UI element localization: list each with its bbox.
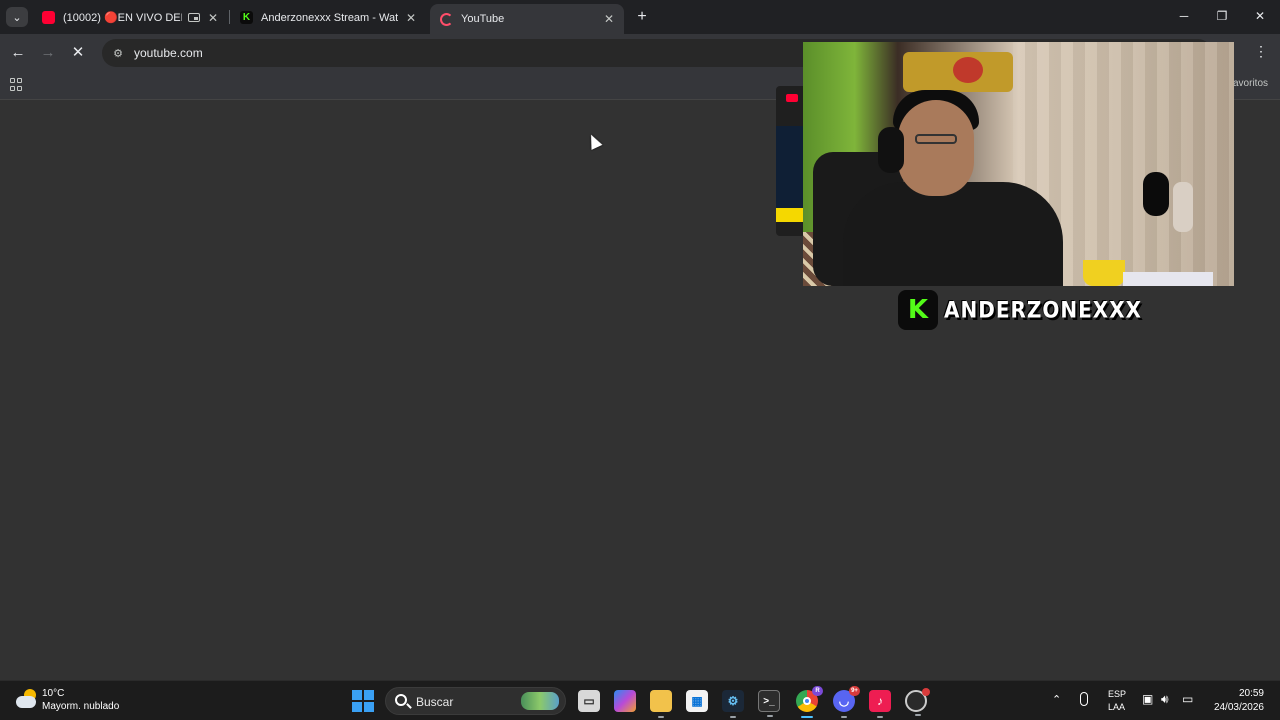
- close-icon[interactable]: ✕: [406, 11, 416, 25]
- headset-icon: [878, 127, 904, 173]
- webcam-figurine: [1173, 182, 1193, 232]
- volume-icon[interactable]: 🔊︎: [1161, 692, 1169, 707]
- network-icon[interactable]: ▣: [1142, 692, 1153, 706]
- tab-search-button[interactable]: ⌄: [6, 7, 28, 27]
- webcam-plush-toy: [953, 57, 983, 83]
- battery-icon[interactable]: ▭: [1182, 692, 1193, 706]
- discord-badge: 9+: [849, 686, 860, 696]
- bookmarks-folder-label[interactable]: avoritos: [1233, 78, 1268, 89]
- forward-button[interactable]: →: [38, 43, 58, 63]
- tab-title: (10002) 🔴EN VIVO DEBATE: [63, 12, 182, 24]
- youtube-icon: [786, 94, 798, 102]
- streamer-name: ANDERZONEXXX: [944, 296, 1143, 324]
- loading-icon: [440, 12, 453, 26]
- search-icon: [395, 694, 407, 706]
- tiktok-icon[interactable]: ♪: [869, 690, 891, 718]
- youtube-icon: [42, 11, 55, 24]
- task-view-icon[interactable]: ▭: [578, 690, 600, 712]
- terminal-icon[interactable]: >_: [758, 690, 780, 717]
- start-button[interactable]: [352, 690, 374, 712]
- picture-in-picture-icon: [187, 13, 200, 22]
- clock-time[interactable]: 20:59: [1239, 688, 1264, 699]
- chevron-down-icon: ⌄: [12, 11, 22, 24]
- apps-grid-icon[interactable]: [10, 78, 23, 91]
- stop-loading-button[interactable]: ✕: [68, 43, 88, 63]
- chrome-profile-badge: R: [812, 686, 823, 696]
- kick-icon: K: [240, 11, 253, 24]
- steam-icon[interactable]: ⚙: [722, 690, 744, 718]
- webcam-person-head: [898, 100, 974, 196]
- tab-title: YouTube: [461, 13, 505, 25]
- search-label: Buscar: [416, 695, 454, 709]
- taskbar: 10°C Mayorm. nublado Buscar ▭ ▦ ⚙ >_ R ◡…: [0, 680, 1280, 720]
- discord-icon[interactable]: ◡ 9+: [833, 686, 860, 718]
- keyboard-layout-indicator[interactable]: LAA: [1108, 702, 1125, 712]
- minimize-button[interactable]: ─: [1172, 6, 1196, 26]
- webcam-person-body: [843, 182, 1063, 286]
- tab-youtube-debate[interactable]: (10002) 🔴EN VIVO DEBATE ✕: [32, 5, 228, 30]
- close-icon[interactable]: ✕: [604, 12, 614, 26]
- address-text: youtube.com: [134, 46, 203, 60]
- screen: ⌄ (10002) 🔴EN VIVO DEBATE ✕ K Anderzonex…: [0, 0, 1280, 720]
- tab-youtube[interactable]: YouTube ✕: [430, 4, 624, 34]
- site-settings-icon[interactable]: ⚙: [110, 47, 126, 60]
- clock-date[interactable]: 24/03/2026: [1214, 702, 1264, 713]
- webcam-glasses: [915, 134, 957, 144]
- taskbar-search[interactable]: Buscar: [385, 687, 566, 715]
- webcam-overlay: [803, 42, 1234, 286]
- close-icon[interactable]: ✕: [208, 11, 218, 25]
- weather-description[interactable]: Mayorm. nublado: [42, 701, 119, 712]
- kick-logo-icon: K: [898, 290, 938, 330]
- browser-menu-icon[interactable]: ⋮: [1254, 43, 1268, 60]
- file-explorer-icon[interactable]: [650, 690, 672, 718]
- streamer-nametag: K ANDERZONEXXX: [898, 290, 1142, 330]
- tab-kick-stream[interactable]: K Anderzonexxx Stream - Watch Live ✕: [230, 5, 426, 30]
- microsoft-store-icon[interactable]: ▦: [686, 690, 708, 712]
- copilot-icon[interactable]: [614, 690, 636, 712]
- maximize-button[interactable]: ❐: [1210, 6, 1234, 26]
- chrome-icon[interactable]: R: [796, 686, 823, 718]
- language-indicator[interactable]: ESP: [1108, 689, 1126, 699]
- weather-cloudy-icon[interactable]: [14, 689, 38, 711]
- webcam-keyboard: [1123, 272, 1213, 286]
- notification-dot: [922, 688, 930, 696]
- microphone-icon[interactable]: [1080, 692, 1088, 706]
- search-highlight-image: [521, 692, 559, 710]
- back-button[interactable]: ←: [8, 43, 28, 63]
- tab-strip: ⌄ (10002) 🔴EN VIVO DEBATE ✕ K Anderzonex…: [0, 0, 1280, 34]
- chevron-up-icon[interactable]: ⌃: [1052, 693, 1061, 706]
- webcam-mug: [1083, 260, 1125, 286]
- new-tab-button[interactable]: +: [632, 7, 652, 27]
- tab-title: Anderzonexxx Stream - Watch Live: [261, 11, 398, 24]
- app-icon[interactable]: [905, 688, 930, 716]
- microphone-icon: [1143, 172, 1169, 216]
- window-close-button[interactable]: ✕: [1248, 6, 1272, 26]
- weather-temperature[interactable]: 10°C: [42, 688, 64, 699]
